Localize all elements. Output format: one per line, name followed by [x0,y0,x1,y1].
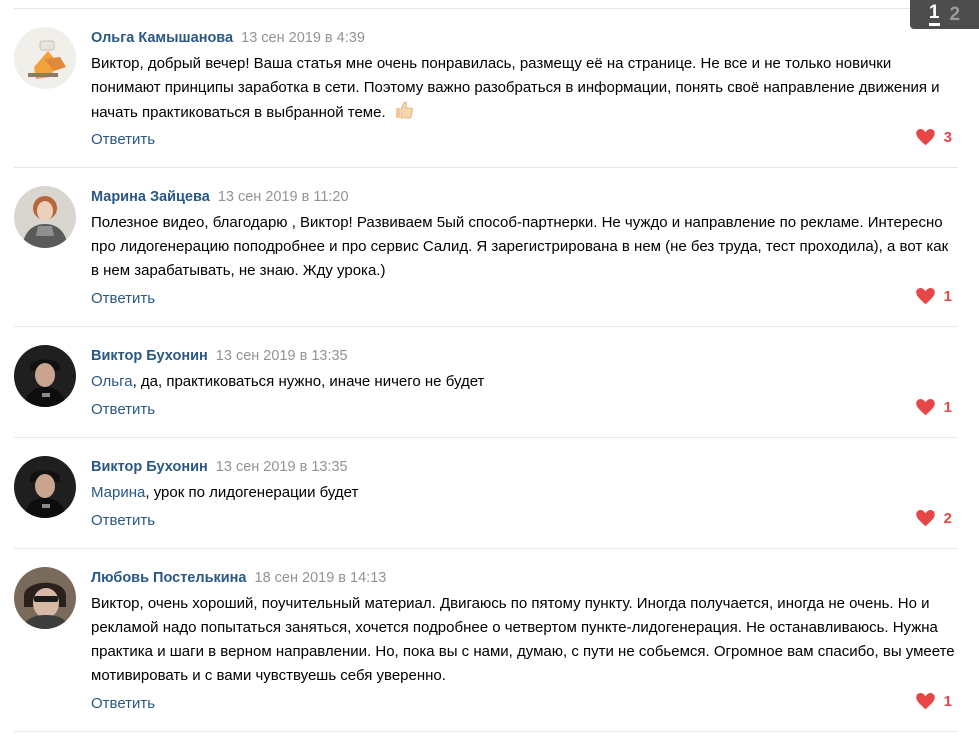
like-count: 2 [943,510,952,527]
avatar[interactable] [14,456,76,518]
avatar[interactable] [14,186,76,248]
comment-date[interactable]: 13 сен 2019 в 4:39 [241,30,365,46]
comment-text-content: , урок по лидогенерации будет [145,484,359,501]
comment-item: Ольга Камышанова 13 сен 2019 в 4:39 Викт… [14,10,958,168]
reply-button[interactable]: Ответить [91,131,155,148]
comment-text: Ольга, да, практиковаться нужно, иначе н… [91,370,958,394]
comment-text: Виктор, очень хороший, поучительный мате… [91,595,955,684]
comment-item: Марина Зайцева 13 сен 2019 в 11:20 Полез… [14,169,958,327]
comment-divider [14,731,958,732]
like-count: 3 [943,129,952,146]
like-button[interactable]: 1 [915,693,952,710]
heart-icon [915,399,935,416]
heart-icon [915,510,935,527]
avatar[interactable] [14,567,76,629]
avatar-image [14,456,76,518]
comment-text-content: , да, практиковаться нужно, иначе ничего… [132,373,485,390]
like-count: 1 [943,693,952,710]
heart-icon [915,288,935,305]
comment-divider [14,437,958,438]
comment-author[interactable]: Ольга Камышанова [91,30,233,46]
comment-text: Полезное видео, благодарю , Виктор! Разв… [91,214,949,279]
like-count: 1 [943,288,952,305]
avatar-image [14,567,76,629]
mention-link[interactable]: Марина [91,484,145,501]
reply-button[interactable]: Ответить [91,401,155,418]
comment-date[interactable]: 13 сен 2019 в 13:35 [216,459,348,475]
comment-date[interactable]: 18 сен 2019 в 14:13 [255,570,387,586]
comment-text-content: Виктор, добрый вечер! Ваша статья мне оч… [91,55,940,121]
comment-divider [14,326,958,327]
avatar[interactable] [14,345,76,407]
avatar[interactable] [14,27,76,89]
avatar-image [14,345,76,407]
like-button[interactable]: 3 [915,129,952,146]
reply-button[interactable]: Ответить [91,512,155,529]
comment-date[interactable]: 13 сен 2019 в 13:35 [216,348,348,364]
top-divider [14,8,958,9]
comment-text: Виктор, добрый вечер! Ваша статья мне оч… [91,52,958,128]
avatar-image [14,27,76,89]
reply-button[interactable]: Ответить [91,695,155,712]
comment-item: Виктор Бухонин 13 сен 2019 в 13:35 Марин… [14,439,958,549]
like-button[interactable]: 1 [915,288,952,305]
heart-icon [915,693,935,710]
avatar-image [14,186,76,248]
comment-text: Марина, урок по лидогенерации будет [91,481,958,505]
comment-divider [14,548,958,549]
comment-date[interactable]: 13 сен 2019 в 11:20 [218,189,349,205]
reply-button[interactable]: Ответить [91,290,155,307]
like-count: 1 [943,399,952,416]
comment-author[interactable]: Виктор Бухонин [91,348,208,364]
comment-item: Виктор Бухонин 13 сен 2019 в 13:35 Ольга… [14,328,958,438]
like-button[interactable]: 1 [915,399,952,416]
comment-item: Любовь Постелькина 18 сен 2019 в 14:13 В… [14,550,958,732]
like-button[interactable]: 2 [915,510,952,527]
comment-author[interactable]: Марина Зайцева [91,189,210,205]
thumbs-up-icon [394,100,414,128]
mention-link[interactable]: Ольга [91,373,133,390]
heart-icon [915,129,935,146]
comment-divider [14,167,958,168]
comment-author[interactable]: Любовь Постелькина [91,570,246,586]
comment-author[interactable]: Виктор Бухонин [91,459,208,475]
